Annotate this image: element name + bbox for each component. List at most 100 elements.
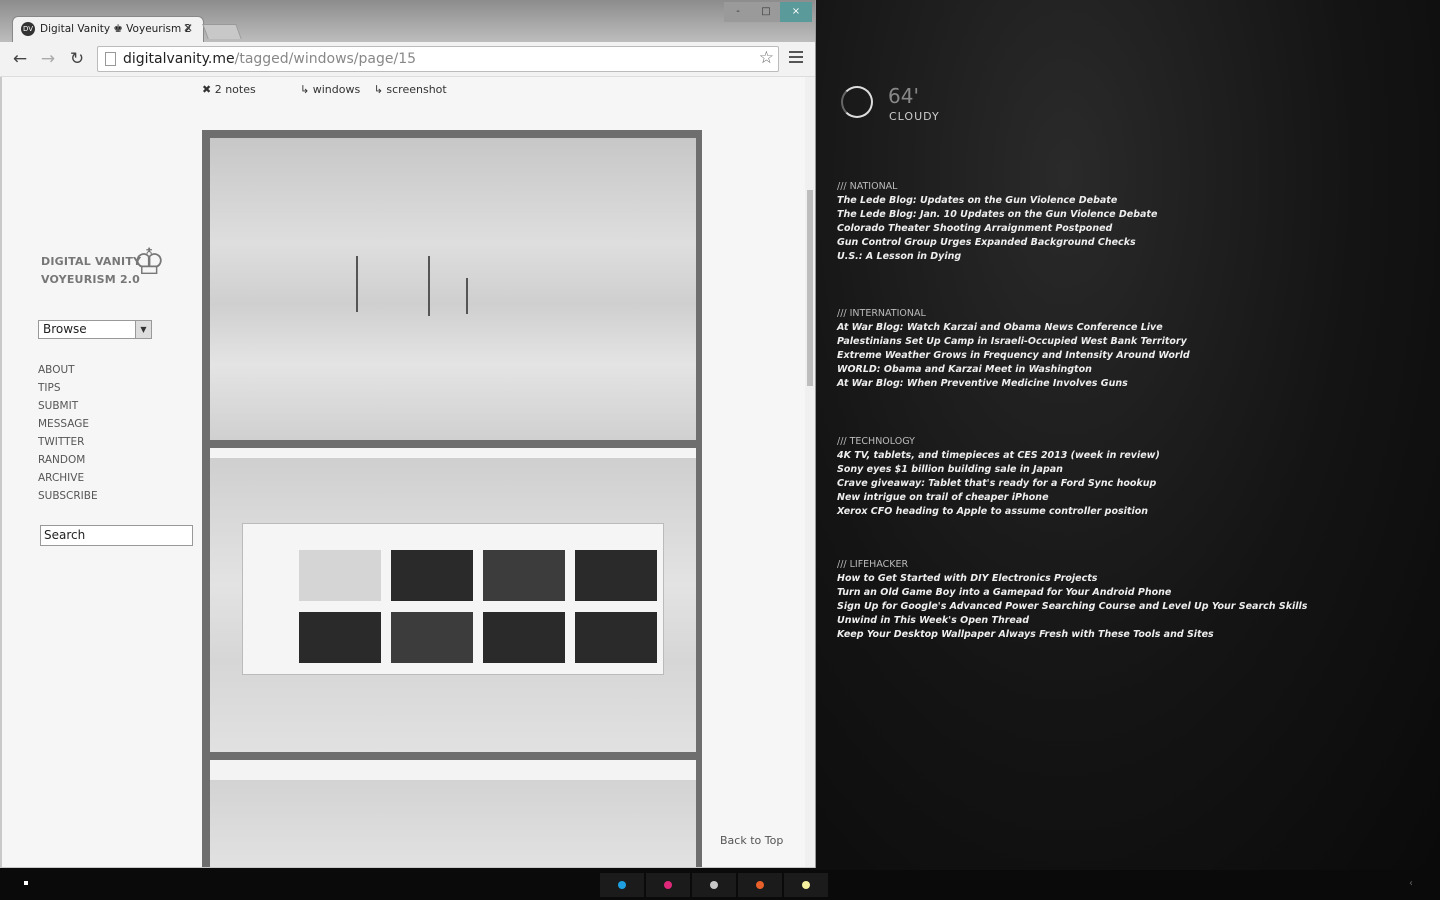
- sailboat-mast: [428, 256, 430, 316]
- blog-title[interactable]: DIGITAL VANITY VOYEURISM 2.0: [41, 253, 141, 289]
- forward-arrow-icon[interactable]: →: [37, 48, 59, 70]
- wallpaper-thumbnail: [483, 612, 565, 663]
- weather-ring-icon: [841, 86, 873, 118]
- news-item[interactable]: Palestinians Set Up Camp in Israeli-Occu…: [837, 335, 1190, 349]
- tag-link[interactable]: ↳ screenshot: [374, 83, 447, 96]
- task-dot-icon: [756, 881, 764, 889]
- page-content: ✖ 2 notes ↳ windows ↳ screenshot DIGITAL…: [2, 77, 805, 867]
- news-item[interactable]: The Lede Blog: Updates on the Gun Violen…: [837, 194, 1157, 208]
- news-section-title: /// TECHNOLOGY: [837, 436, 915, 447]
- news-item[interactable]: U.S.: A Lesson in Dying: [837, 250, 1157, 264]
- wallpaper-thumbnail: [391, 550, 473, 601]
- post-photoset: [202, 130, 702, 867]
- sidebar-link-message[interactable]: MESSAGE: [38, 415, 98, 433]
- chess-king-icon: ♔: [133, 242, 166, 283]
- sidebar-link-about[interactable]: ABOUT: [38, 361, 98, 379]
- bookmark-star-icon[interactable]: ☆: [759, 48, 774, 68]
- news-section-national: /// NATIONAL The Lede Blog: Updates on t…: [837, 180, 1157, 264]
- scrollbar-thumb[interactable]: [807, 190, 813, 386]
- browser-menu-icon[interactable]: [789, 51, 803, 65]
- address-bar-url[interactable]: digitalvanity.me/tagged/windows/page/15: [123, 51, 416, 67]
- weather-condition: CLOUDY: [889, 110, 940, 123]
- post-notes-count[interactable]: ✖ 2 notes: [202, 83, 256, 96]
- news-item[interactable]: Xerox CFO heading to Apple to assume con…: [837, 505, 1160, 519]
- tab-close-icon[interactable]: ✕: [183, 21, 193, 35]
- task-dot-icon: [802, 881, 810, 889]
- back-to-top-link[interactable]: Back to Top: [720, 834, 783, 847]
- news-item[interactable]: Sony eyes $1 billion building sale in Ja…: [837, 463, 1160, 477]
- chevron-down-icon[interactable]: ▼: [135, 321, 151, 338]
- browser-titlebar[interactable]: DV Digital Vanity ♚ Voyeurism 2 ✕ - □ ×: [0, 0, 815, 43]
- window-minimize-button[interactable]: -: [724, 2, 752, 22]
- sailboat-mast: [356, 256, 358, 312]
- browser-window: DV Digital Vanity ♚ Voyeurism 2 ✕ - □ × …: [0, 0, 816, 868]
- taskbar-item[interactable]: [600, 873, 644, 897]
- sidebar-link-tips[interactable]: TIPS: [38, 379, 98, 397]
- url-domain: digitalvanity.me: [123, 51, 235, 67]
- blog-title-line: VOYEURISM 2.0: [41, 273, 141, 286]
- sidebar-link-twitter[interactable]: TWITTER: [38, 433, 98, 451]
- page-scrollbar[interactable]: [805, 77, 815, 867]
- news-item[interactable]: Extreme Weather Grows in Frequency and I…: [837, 349, 1190, 363]
- browse-selected-value: Browse: [43, 322, 87, 336]
- news-item[interactable]: How to Get Started with DIY Electronics …: [837, 572, 1307, 586]
- wallpaper-thumbnail: [575, 550, 657, 601]
- tag-link[interactable]: ↳ windows: [300, 83, 360, 96]
- task-dot-icon: [664, 881, 672, 889]
- news-section-title: /// LIFEHACKER: [837, 559, 909, 570]
- news-item[interactable]: Crave giveaway: Tablet that's ready for …: [837, 477, 1160, 491]
- post-tags: ↳ windows ↳ screenshot: [300, 83, 457, 96]
- news-section-technology: /// TECHNOLOGY 4K TV, tablets, and timep…: [837, 435, 1160, 519]
- wallpaper-thumbnail: [483, 550, 565, 601]
- news-item[interactable]: New intrigue on trail of cheaper iPhone: [837, 491, 1160, 505]
- wallpaper-thumbnail: [299, 550, 381, 601]
- wallpaper-thumbnail: [299, 612, 381, 663]
- screenshot-image[interactable]: [210, 138, 696, 440]
- news-item[interactable]: Sign Up for Google's Advanced Power Sear…: [837, 600, 1307, 614]
- tray-chevron-icon[interactable]: ‹: [1409, 878, 1413, 889]
- news-item[interactable]: Gun Control Group Urges Expanded Backgro…: [837, 236, 1157, 250]
- back-arrow-icon[interactable]: ←: [9, 48, 31, 70]
- task-dot-icon: [710, 881, 718, 889]
- news-section-title: /// NATIONAL: [837, 181, 898, 192]
- sidebar-link-submit[interactable]: SUBMIT: [38, 397, 98, 415]
- news-section-lifehacker: /// LIFEHACKER How to Get Started with D…: [837, 558, 1307, 642]
- wallpaper-thumbnail: [391, 612, 473, 663]
- news-item[interactable]: WORLD: Obama and Karzai Meet in Washingt…: [837, 363, 1190, 377]
- sidebar-link-subscribe[interactable]: SUBSCRIBE: [38, 487, 98, 505]
- address-bar[interactable]: digitalvanity.me/tagged/windows/page/15 …: [97, 46, 779, 72]
- taskbar-item[interactable]: [646, 873, 690, 897]
- news-section-international: /// INTERNATIONAL At War Blog: Watch Kar…: [837, 307, 1190, 391]
- news-item[interactable]: Turn an Old Game Boy into a Gamepad for …: [837, 586, 1307, 600]
- search-input[interactable]: Search: [40, 525, 193, 546]
- url-path: /tagged/windows/page/15: [234, 51, 417, 67]
- page-icon: [105, 52, 116, 66]
- window-maximize-button[interactable]: □: [752, 2, 780, 22]
- taskbar-item[interactable]: [692, 873, 736, 897]
- news-item[interactable]: At War Blog: When Preventive Medicine In…: [837, 377, 1190, 391]
- news-item[interactable]: Colorado Theater Shooting Arraignment Po…: [837, 222, 1157, 236]
- news-item[interactable]: The Lede Blog: Jan. 10 Updates on the Gu…: [837, 208, 1157, 222]
- browse-dropdown[interactable]: Browse ▼: [38, 320, 152, 339]
- sidebar-link-random[interactable]: RANDOM: [38, 451, 98, 469]
- wallpaper-thumbnail: [575, 612, 657, 663]
- screenshot-image[interactable]: [210, 760, 696, 867]
- search-input-text: Search: [44, 528, 86, 542]
- taskbar-item[interactable]: [784, 873, 828, 897]
- news-item[interactable]: 4K TV, tablets, and timepieces at CES 20…: [837, 449, 1160, 463]
- taskbar-item[interactable]: [738, 873, 782, 897]
- start-button[interactable]: [24, 881, 28, 885]
- news-item[interactable]: Unwind in This Week's Open Thread: [837, 614, 1307, 628]
- new-tab-button[interactable]: [202, 24, 242, 39]
- screenshot-image[interactable]: [210, 448, 696, 752]
- browser-tab-active[interactable]: DV Digital Vanity ♚ Voyeurism 2 ✕: [12, 16, 204, 43]
- news-item[interactable]: Keep Your Desktop Wallpaper Always Fresh…: [837, 628, 1307, 642]
- window-close-button[interactable]: ×: [780, 2, 812, 22]
- news-item[interactable]: At War Blog: Watch Karzai and Obama News…: [837, 321, 1190, 335]
- sidebar-nav: ABOUT TIPS SUBMIT MESSAGE TWITTER RANDOM…: [38, 361, 98, 505]
- browser-toolbar: ← → ↻ digitalvanity.me/tagged/windows/pa…: [0, 42, 815, 77]
- news-section-title: /// INTERNATIONAL: [837, 308, 926, 319]
- sidebar-link-archive[interactable]: ARCHIVE: [38, 469, 98, 487]
- reload-icon[interactable]: ↻: [66, 48, 88, 70]
- weather-temperature: 64': [888, 84, 919, 108]
